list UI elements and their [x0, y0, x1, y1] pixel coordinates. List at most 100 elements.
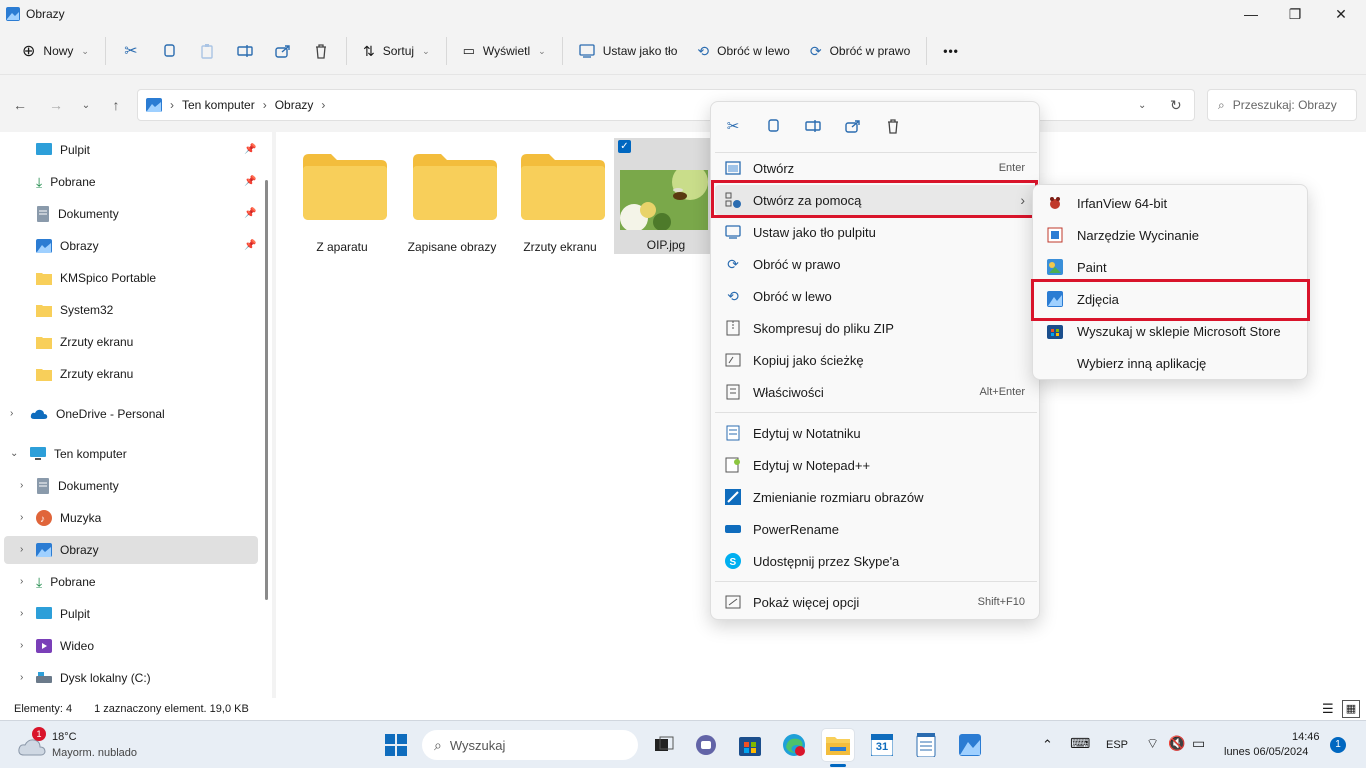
ctx-edit-notepad[interactable]: Edytuj w Notatniku [715, 418, 1037, 448]
ctx-powerrename[interactable]: PowerRename [715, 514, 1037, 544]
paste-button[interactable] [188, 35, 226, 67]
ctx-properties[interactable]: Właściwości Alt+Enter [715, 377, 1037, 407]
expand-chevron-icon[interactable]: › [20, 544, 23, 555]
forward-button[interactable]: → [44, 93, 68, 117]
recent-locations-button[interactable]: ⌄ [74, 93, 98, 117]
sidebar-item-screenshots-2[interactable]: Zrzuty ekranu [36, 360, 133, 388]
sidebar-item-onedrive[interactable]: OneDrive - Personal [30, 400, 165, 428]
back-button[interactable]: ← [8, 93, 32, 117]
sidebar-scrollbar[interactable] [265, 180, 268, 600]
store-taskbar-button[interactable] [734, 729, 766, 761]
sidebar-item-pc-desktop[interactable]: Pulpit [36, 600, 90, 628]
selection-checkbox[interactable]: ✓ [618, 140, 631, 153]
speaker-muted-icon[interactable]: 🔇 [1168, 735, 1185, 752]
details-view-icon[interactable]: ☰ [1322, 701, 1334, 717]
sidebar-item-videos[interactable]: Wideo [36, 632, 94, 660]
folder-item[interactable]: Zrzuty ekranu [508, 136, 612, 258]
sidebar-item-documents[interactable]: Dokumenty [36, 200, 119, 228]
sidebar-item-kmspico[interactable]: KMSpico Portable [36, 264, 156, 292]
minimize-button[interactable]: — [1228, 0, 1274, 28]
share-button[interactable] [264, 35, 302, 67]
ctx-rotate-right[interactable]: ⟳ Obróć w prawo [715, 249, 1037, 279]
ctx-resize-images[interactable]: Zmienianie rozmiaru obrazów [715, 482, 1037, 512]
folder-item[interactable]: Zapisane obrazy [400, 136, 504, 258]
sidebar-item-system32[interactable]: System32 [36, 296, 113, 324]
battery-icon[interactable]: ▭ [1192, 735, 1205, 752]
sub-paint[interactable]: Paint [1037, 252, 1305, 282]
ctx-open-with[interactable]: Otwórz za pomocą › [715, 185, 1037, 215]
sidebar-item-screenshots[interactable]: Zrzuty ekranu [36, 328, 133, 356]
sidebar-item-downloads[interactable]: ⤓ Pobrane [36, 168, 96, 196]
ctx-compress-zip[interactable]: Skompresuj do pliku ZIP [715, 313, 1037, 343]
sidebar-item-pc-documents[interactable]: Dokumenty [36, 472, 119, 500]
sidebar-item-desktop[interactable]: Pulpit [36, 136, 90, 164]
sidebar-item-pc-downloads[interactable]: ⤓ Pobrane [36, 568, 96, 596]
file-explorer-taskbar-button[interactable] [822, 729, 854, 761]
expand-chevron-icon[interactable]: › [10, 408, 13, 419]
copy-button[interactable] [150, 35, 188, 67]
view-button[interactable]: ▭ Wyświetl ⌄ [453, 35, 556, 67]
sort-button[interactable]: ⇅ Sortuj ⌄ [353, 35, 440, 67]
tiles-view-icon[interactable]: ▦ [1342, 700, 1360, 718]
notepad-taskbar-button[interactable] [910, 729, 942, 761]
rotate-left-button[interactable]: ⟲ Obróć w lewo [687, 35, 799, 67]
refresh-icon[interactable]: ↻ [1170, 97, 1182, 114]
ctx-rotate-left[interactable]: ⟲ Obróć w lewo [715, 281, 1037, 311]
sub-choose-another-app[interactable]: Wybierz inną aplikację [1037, 348, 1305, 378]
taskbar-search-input[interactable]: Wyszukaj [450, 738, 506, 753]
sub-irfanview[interactable]: IrfanView 64-bit [1037, 188, 1305, 218]
search-input[interactable]: Przeszukaj: Obrazy [1233, 98, 1337, 112]
more-options-button[interactable]: ••• [933, 35, 969, 67]
sub-photos[interactable]: Zdjęcia [1037, 284, 1305, 314]
folder-item[interactable]: Z aparatu [290, 136, 394, 258]
breadcrumb-this-pc[interactable]: Ten komputer [182, 98, 255, 112]
expand-chevron-icon[interactable]: › [20, 672, 23, 683]
cut-button[interactable]: ✂ [112, 35, 150, 67]
sidebar-item-pictures[interactable]: Obrazy [36, 232, 99, 260]
ctx-show-more-options[interactable]: Pokaż więcej opcji Shift+F10 [715, 587, 1037, 617]
expand-chevron-icon[interactable]: › [20, 480, 23, 491]
clock-time[interactable]: 14:46 [1292, 731, 1320, 743]
address-dropdown-icon[interactable]: ⌄ [1138, 100, 1146, 111]
maximize-button[interactable]: ❐ [1272, 0, 1318, 28]
start-button[interactable] [380, 729, 412, 761]
chevron-up-icon[interactable]: ⌃ [1042, 737, 1053, 753]
up-button[interactable]: ↑ [104, 93, 128, 117]
sub-snipping-tool[interactable]: Narzędzie Wycinanie [1037, 220, 1305, 250]
new-button[interactable]: ⊕ Nowy ⌄ [12, 35, 99, 67]
sidebar-item-local-disk[interactable]: Dysk lokalny (C:) [36, 664, 151, 692]
task-view-button[interactable] [648, 729, 680, 761]
rotate-right-button[interactable]: ⟳ Obróć w prawo [800, 35, 920, 67]
expand-chevron-icon[interactable]: › [20, 640, 23, 651]
input-language[interactable]: ESP [1106, 739, 1128, 751]
ctx-delete-button[interactable] [881, 114, 905, 138]
ctx-edit-notepadpp[interactable]: Edytuj w Notepad++ [715, 450, 1037, 480]
breadcrumb-pictures[interactable]: Obrazy [275, 98, 314, 112]
sidebar-item-this-pc[interactable]: Ten komputer [30, 440, 127, 468]
edge-taskbar-button[interactable] [778, 729, 810, 761]
close-button[interactable]: ✕ [1318, 0, 1364, 28]
delete-button[interactable] [302, 35, 340, 67]
expand-chevron-icon[interactable]: › [20, 512, 23, 523]
sidebar-item-pc-pictures[interactable]: Obrazy [4, 536, 258, 564]
ctx-copy-button[interactable] [761, 114, 785, 138]
search-box[interactable]: ⌕ Przeszukaj: Obrazy [1207, 89, 1357, 121]
rename-button[interactable] [226, 35, 264, 67]
taskbar-search[interactable]: ⌕ Wyszukaj [422, 730, 638, 760]
sub-search-store[interactable]: Wyszukaj w sklepie Microsoft Store [1037, 316, 1305, 346]
ctx-rename-button[interactable] [801, 114, 825, 138]
photos-taskbar-button[interactable] [954, 729, 986, 761]
wifi-icon[interactable]: ⌔ [1146, 735, 1159, 753]
expand-chevron-icon[interactable]: › [20, 608, 23, 619]
collapse-chevron-icon[interactable]: ⌄ [10, 448, 18, 459]
weather-widget[interactable]: 1 18°C Mayorm. nublado [18, 727, 178, 763]
teams-chat-button[interactable] [690, 729, 722, 761]
keyboard-icon[interactable]: ⌨ [1070, 735, 1090, 752]
clock-date[interactable]: lunes 06/05/2024 [1224, 746, 1308, 758]
ctx-open[interactable]: Otwórz Enter [715, 153, 1037, 183]
ctx-set-wallpaper[interactable]: Ustaw jako tło pulpitu [715, 217, 1037, 247]
ctx-cut-button[interactable]: ✂ [721, 114, 745, 138]
ctx-share-skype[interactable]: S Udostępnij przez Skype'a [715, 546, 1037, 576]
expand-chevron-icon[interactable]: › [20, 576, 23, 587]
set-background-button[interactable]: Ustaw jako tło [569, 35, 688, 67]
